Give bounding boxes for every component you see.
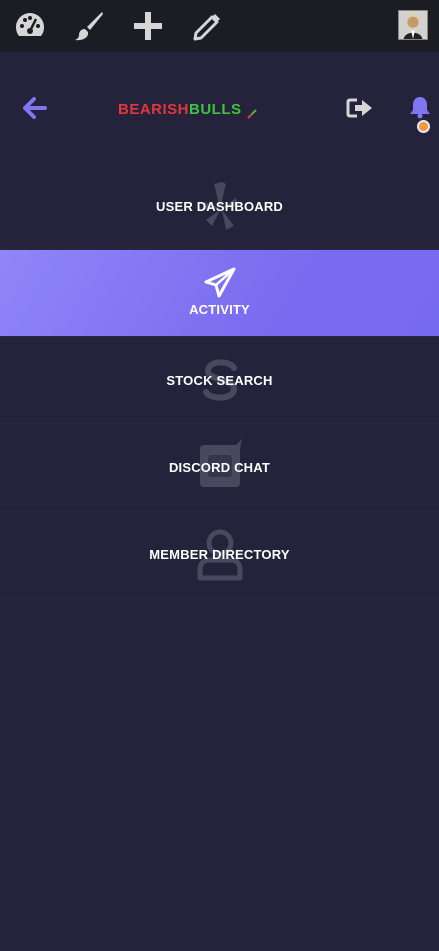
- notification-badge: [417, 120, 430, 133]
- menu-item-label: MEMBER DIRECTORY: [149, 546, 290, 562]
- menu-item-label: USER DASHBOARD: [155, 198, 284, 214]
- menu-item-discord-chat[interactable]: DISCORD CHAT: [0, 424, 439, 511]
- app-header: BEARISHBULLS: [0, 52, 439, 163]
- side-menu: USER DASHBOARD ACTIVITY STOCK SEARCH DIS…: [0, 163, 439, 598]
- logo-bearish-text: BEARISH: [118, 101, 190, 118]
- avatar[interactable]: [398, 10, 428, 40]
- sign-out-icon[interactable]: [346, 96, 374, 120]
- pencil-icon[interactable]: [190, 9, 224, 43]
- dashboard-gauge-icon[interactable]: [13, 9, 47, 43]
- menu-item-activity[interactable]: ACTIVITY: [0, 250, 439, 337]
- menu-item-label: ACTIVITY: [189, 301, 250, 317]
- menu-item-user-dashboard[interactable]: USER DASHBOARD: [0, 163, 439, 250]
- brand-logo[interactable]: BEARISHBULLS: [118, 100, 257, 120]
- menu-item-label: DISCORD CHAT: [168, 459, 271, 475]
- paper-plane-icon: [203, 266, 237, 300]
- top-toolbar: [0, 0, 439, 52]
- menu-item-stock-search[interactable]: STOCK SEARCH: [0, 337, 439, 424]
- chart-arrow-icon: [246, 105, 257, 119]
- menu-item-label: STOCK SEARCH: [166, 372, 273, 388]
- menu-item-member-directory[interactable]: MEMBER DIRECTORY: [0, 511, 439, 598]
- brush-icon[interactable]: [72, 9, 106, 43]
- logo-bulls-text: BULLS: [189, 101, 242, 118]
- arrow-left-icon[interactable]: [22, 96, 48, 120]
- bell-icon[interactable]: [409, 95, 431, 119]
- plus-icon[interactable]: [131, 9, 165, 43]
